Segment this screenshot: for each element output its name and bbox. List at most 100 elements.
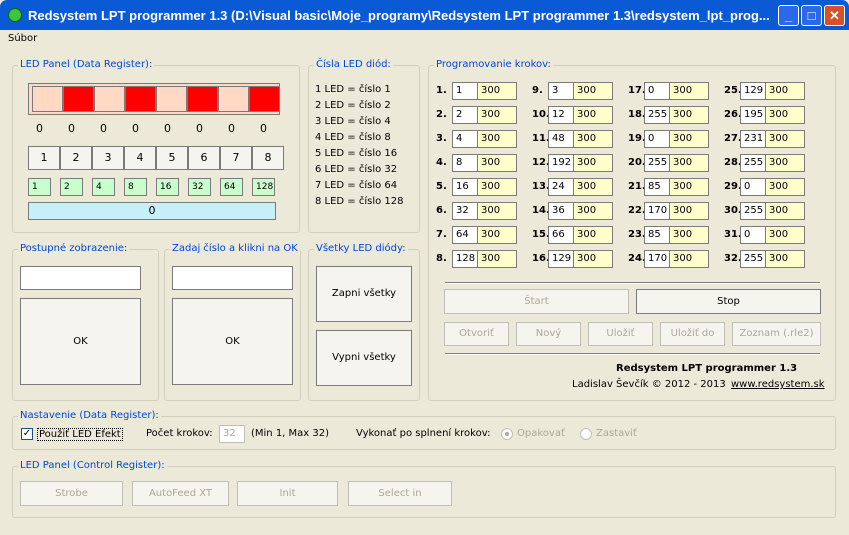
all-off-button[interactable]: Vypni všetky	[316, 330, 412, 386]
select-in-button[interactable]: Select in	[348, 481, 452, 506]
step-value-input[interactable]: 170	[644, 250, 670, 268]
step-value-input[interactable]: 85	[644, 178, 670, 196]
step-time-input[interactable]: 300	[477, 178, 517, 196]
step-time-input[interactable]: 300	[765, 250, 805, 268]
step-value-input[interactable]: 4	[452, 130, 478, 148]
all-on-button[interactable]: Zapni všetky	[316, 266, 412, 322]
enter-number-input[interactable]	[172, 266, 293, 290]
step-time-input[interactable]: 300	[477, 130, 517, 148]
bit-value-8: 128	[252, 178, 275, 196]
step-time-input[interactable]: 300	[765, 226, 805, 244]
led-toggle-button-8[interactable]: 8	[252, 146, 284, 170]
step-time-input[interactable]: 300	[573, 82, 613, 100]
step-value-input[interactable]: 255	[740, 250, 766, 268]
step-time-input[interactable]: 300	[573, 106, 613, 124]
minimize-button[interactable]: _	[778, 5, 799, 26]
step-value-input[interactable]: 36	[548, 202, 574, 220]
step-time-input[interactable]: 300	[477, 202, 517, 220]
save-button[interactable]: Uložiť	[588, 322, 653, 346]
gradual-ok-button[interactable]: OK	[20, 298, 141, 385]
step-value-input[interactable]: 195	[740, 106, 766, 124]
step-time-input[interactable]: 300	[573, 250, 613, 268]
step-value-input[interactable]: 129	[548, 250, 574, 268]
step-value-input[interactable]: 12	[548, 106, 574, 124]
step-time-input[interactable]: 300	[765, 202, 805, 220]
step-time-input[interactable]: 300	[765, 178, 805, 196]
step-value-input[interactable]: 1	[452, 82, 478, 100]
step-value-input[interactable]: 231	[740, 130, 766, 148]
step-value-input[interactable]: 255	[644, 154, 670, 172]
step-count-input[interactable]: 32	[219, 425, 245, 443]
step-time-input[interactable]: 300	[477, 106, 517, 124]
led-toggle-button-5[interactable]: 5	[156, 146, 188, 170]
led-toggle-button-2[interactable]: 2	[60, 146, 92, 170]
step-value-input[interactable]: 255	[740, 202, 766, 220]
step-value-input[interactable]: 192	[548, 154, 574, 172]
step-time-input[interactable]: 300	[765, 130, 805, 148]
led-toggle-button-6[interactable]: 6	[188, 146, 220, 170]
step-time-input[interactable]: 300	[669, 154, 709, 172]
stop-radio[interactable]	[580, 428, 592, 440]
step-value-input[interactable]: 3	[548, 82, 574, 100]
step-value-input[interactable]: 0	[740, 178, 766, 196]
step-time-input[interactable]: 300	[765, 106, 805, 124]
new-button[interactable]: Nový	[516, 322, 581, 346]
step-value-input[interactable]: 255	[644, 106, 670, 124]
led-toggle-button-1[interactable]: 1	[28, 146, 60, 170]
step-time-input[interactable]: 300	[477, 154, 517, 172]
step-value-input[interactable]: 85	[644, 226, 670, 244]
menu-file[interactable]: Súbor	[8, 33, 37, 44]
step-time-input[interactable]: 300	[669, 202, 709, 220]
step-time-input[interactable]: 300	[477, 82, 517, 100]
step-value-input[interactable]: 8	[452, 154, 478, 172]
repeat-radio[interactable]	[501, 428, 513, 440]
gradual-input[interactable]	[20, 266, 141, 290]
autofeed-button[interactable]: AutoFeed XT	[132, 481, 229, 506]
step-time-input[interactable]: 300	[669, 130, 709, 148]
step-time-input[interactable]: 300	[573, 130, 613, 148]
use-effect-label[interactable]: Použiť LED Efekt	[37, 428, 123, 441]
step-time-input[interactable]: 300	[573, 154, 613, 172]
step-value-input[interactable]: 170	[644, 202, 670, 220]
enter-number-ok-button[interactable]: OK	[172, 298, 293, 385]
step-time-input[interactable]: 300	[477, 226, 517, 244]
led-toggle-button-7[interactable]: 7	[220, 146, 252, 170]
start-button[interactable]: Štart	[444, 289, 629, 314]
step-value-input[interactable]: 16	[452, 178, 478, 196]
step-value-input[interactable]: 0	[644, 130, 670, 148]
maximize-button[interactable]: □	[801, 5, 822, 26]
step-value-input[interactable]: 32	[452, 202, 478, 220]
led-toggle-button-3[interactable]: 3	[92, 146, 124, 170]
website-link[interactable]: www.redsystem.sk	[731, 379, 825, 390]
step-value-input[interactable]: 66	[548, 226, 574, 244]
step-time-input[interactable]: 300	[669, 250, 709, 268]
stop-button[interactable]: Stop	[636, 289, 821, 314]
step-time-input[interactable]: 300	[669, 226, 709, 244]
step-value-input[interactable]: 64	[452, 226, 478, 244]
use-effect-checkbox[interactable]: ✓	[21, 428, 33, 440]
step-time-input[interactable]: 300	[573, 178, 613, 196]
step-time-input[interactable]: 300	[573, 226, 613, 244]
step-time-input[interactable]: 300	[765, 82, 805, 100]
step-time-input[interactable]: 300	[573, 202, 613, 220]
led-toggle-button-4[interactable]: 4	[124, 146, 156, 170]
step-value-input[interactable]: 129	[740, 82, 766, 100]
close-button[interactable]: ✕	[824, 5, 845, 26]
init-button[interactable]: Init	[237, 481, 338, 506]
step-value-input[interactable]: 0	[740, 226, 766, 244]
strobe-button[interactable]: Strobe	[20, 481, 123, 506]
list-button[interactable]: Zoznam (.rle2)	[732, 322, 821, 346]
step-value-input[interactable]: 2	[452, 106, 478, 124]
step-value-input[interactable]: 48	[548, 130, 574, 148]
step-time-input[interactable]: 300	[765, 154, 805, 172]
save-to-button[interactable]: Uložiť do	[660, 322, 725, 346]
step-time-input[interactable]: 300	[669, 82, 709, 100]
step-time-input[interactable]: 300	[669, 178, 709, 196]
step-value-input[interactable]: 255	[740, 154, 766, 172]
step-value-input[interactable]: 0	[644, 82, 670, 100]
step-time-input[interactable]: 300	[477, 250, 517, 268]
open-button[interactable]: Otvoriť	[444, 322, 509, 346]
step-value-input[interactable]: 128	[452, 250, 478, 268]
step-time-input[interactable]: 300	[669, 106, 709, 124]
step-value-input[interactable]: 24	[548, 178, 574, 196]
